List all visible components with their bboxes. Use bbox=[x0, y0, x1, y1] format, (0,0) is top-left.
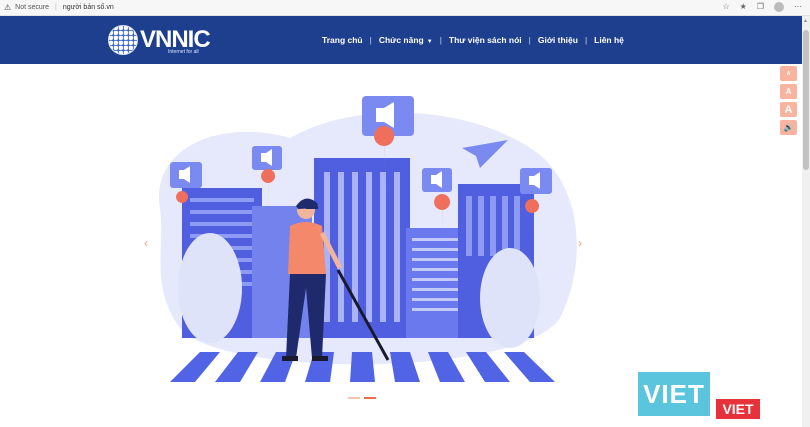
logo-vn: VN bbox=[140, 26, 172, 53]
speaker-bubble-mid-left bbox=[252, 146, 282, 170]
tracking-icon[interactable]: ☆ bbox=[722, 2, 729, 12]
scroll-thumb[interactable] bbox=[803, 30, 809, 170]
speaker-bubble-mid-right bbox=[422, 168, 452, 192]
url-text[interactable]: người bản số.vn bbox=[63, 4, 114, 11]
site-header: VNNIC Internet for all Trang chủ | Chức … bbox=[0, 16, 802, 64]
nav-divider: | bbox=[369, 35, 372, 45]
font-medium-label: A bbox=[785, 87, 792, 96]
nav-features[interactable]: Chức năng ▼ bbox=[379, 35, 433, 45]
logo-tagline: Internet for all bbox=[168, 49, 199, 55]
address-divider: | bbox=[55, 4, 57, 11]
nav-divider: | bbox=[528, 35, 531, 45]
viet-watermark-small: VIET bbox=[716, 399, 760, 419]
nav-features-label: Chức năng bbox=[378, 35, 424, 45]
nav-divider: | bbox=[584, 35, 588, 45]
carousel-dot-2[interactable] bbox=[364, 397, 376, 399]
browser-toolbar: ☆ ★ ❐ ⋯ bbox=[722, 2, 802, 12]
font-large-label: A bbox=[784, 103, 793, 116]
warning-icon: ⚠ bbox=[4, 3, 12, 12]
main-nav: Trang chủ | Chức năng ▼ | Thư viện sách n… bbox=[322, 35, 624, 45]
font-small-label: A bbox=[786, 70, 791, 77]
viet-watermark: VIET bbox=[638, 372, 710, 416]
collections-icon[interactable]: ❐ bbox=[757, 2, 764, 12]
speaker-button[interactable]: 🔊 bbox=[780, 120, 797, 135]
more-icon[interactable]: ⋯ bbox=[794, 2, 802, 12]
carousel-dot-1[interactable] bbox=[348, 397, 360, 399]
vnnic-logo[interactable]: VNNIC Internet for all bbox=[108, 22, 211, 58]
nav-divider: | bbox=[439, 35, 442, 45]
globe-icon bbox=[108, 25, 138, 55]
scroll-up-icon[interactable]: ▲ bbox=[803, 18, 808, 24]
browser-address-bar[interactable]: ⚠ Not secure | người bản số.vn ☆ ★ ❐ ⋯ bbox=[0, 0, 810, 16]
nav-home[interactable]: Trang chủ bbox=[322, 35, 363, 45]
speaker-bubble-right bbox=[520, 168, 552, 194]
font-size-medium-button[interactable]: A bbox=[780, 84, 797, 99]
speaker-icon: 🔊 bbox=[783, 123, 794, 132]
hero-illustration bbox=[159, 96, 577, 382]
nav-audiobook-library[interactable]: Thư viện sách nói bbox=[449, 35, 522, 45]
speaker-bubble-left bbox=[170, 162, 202, 188]
tree-right bbox=[480, 248, 540, 348]
nav-about[interactable]: Giới thiệu bbox=[538, 35, 578, 45]
caret-down-icon: ▼ bbox=[426, 39, 433, 45]
nav-contact[interactable]: Liên hệ bbox=[594, 35, 624, 45]
crosswalk bbox=[170, 352, 555, 382]
profile-avatar[interactable] bbox=[774, 2, 784, 12]
carousel-indicators bbox=[348, 397, 376, 399]
security-label: Not secure bbox=[15, 4, 50, 11]
page-scrollbar[interactable]: ▲ bbox=[802, 16, 810, 427]
tree-left bbox=[178, 233, 242, 343]
font-size-small-button[interactable]: A bbox=[780, 66, 797, 81]
font-size-large-button[interactable]: A bbox=[780, 102, 797, 117]
favorites-icon[interactable]: ★ bbox=[740, 2, 747, 12]
